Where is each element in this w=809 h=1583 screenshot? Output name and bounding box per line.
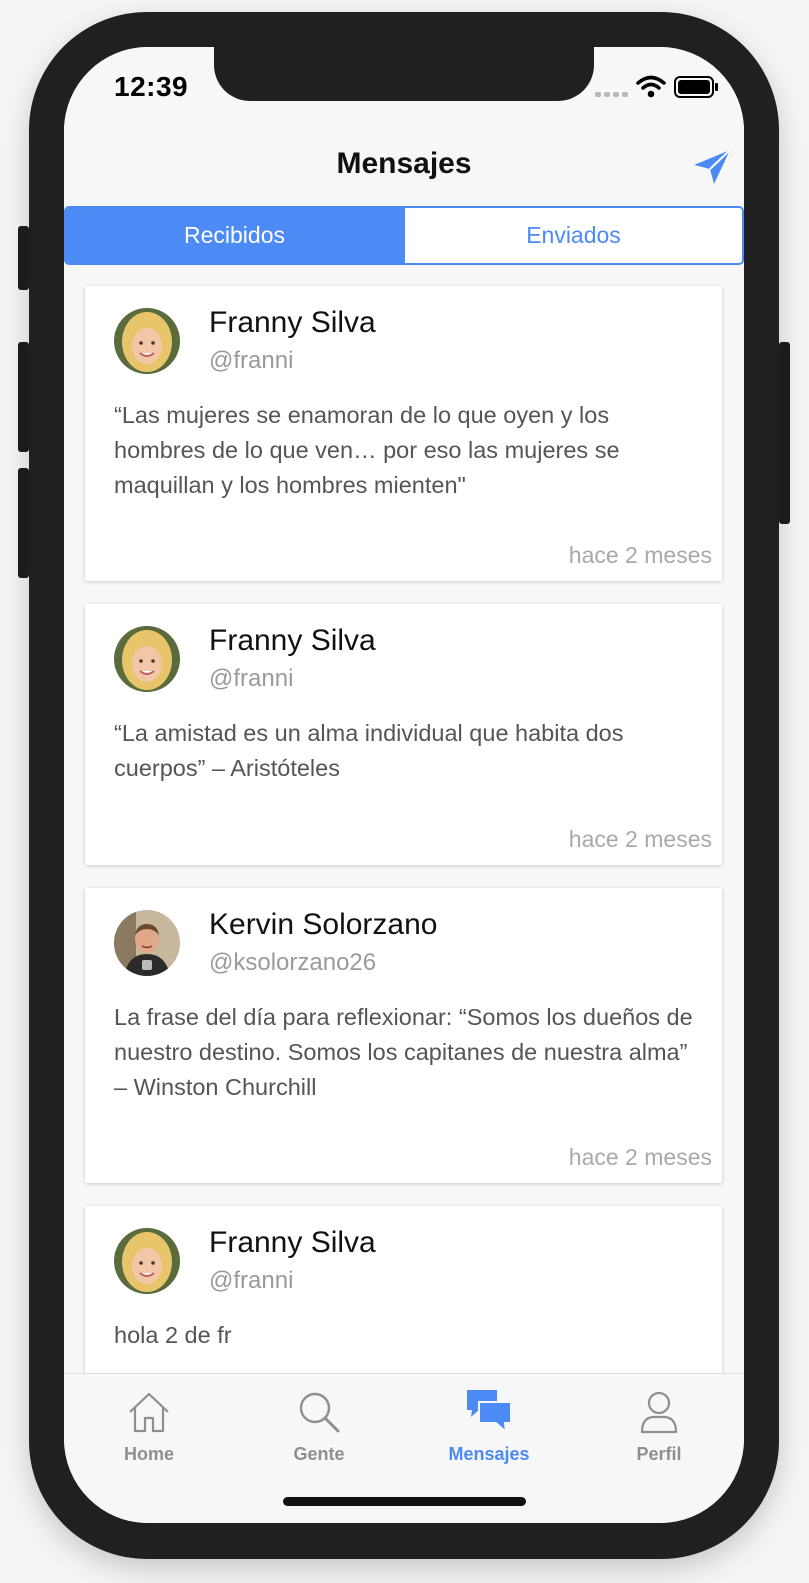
- message-card[interactable]: Kervin Solorzano @ksolorzano26 La frase …: [85, 888, 722, 1183]
- tab-mensajes[interactable]: Mensajes: [404, 1384, 574, 1474]
- messages-list[interactable]: Franny Silva @franni “Las mujeres se ena…: [64, 265, 744, 1373]
- message-timestamp: hace 2 meses: [568, 826, 712, 852]
- message-text: hola 2 de fr: [114, 1322, 232, 1348]
- message-text: La frase del día para reflexionar: “Somo…: [114, 1004, 693, 1100]
- sender-name[interactable]: Kervin Solorzano: [209, 908, 437, 942]
- tab-enviados[interactable]: Enviados: [403, 208, 742, 263]
- chat-bubbles-icon: [467, 1390, 512, 1434]
- tab-gente[interactable]: Gente: [234, 1384, 404, 1474]
- sender-handle: @ksolorzano26: [209, 949, 377, 976]
- page-title: Mensajes: [336, 147, 472, 180]
- notch: [214, 47, 594, 101]
- tab-gente-label: Gente: [293, 1444, 345, 1464]
- volume-up-button: [18, 342, 29, 452]
- tab-mensajes-label: Mensajes: [448, 1444, 530, 1464]
- avatar[interactable]: [114, 308, 180, 374]
- avatar[interactable]: [114, 626, 180, 692]
- navigation-bar: Mensajes: [64, 135, 744, 207]
- tab-home[interactable]: Home: [64, 1384, 234, 1474]
- message-card[interactable]: Franny Silva @franni hola 2 de fr: [85, 1206, 722, 1373]
- send-message-button[interactable]: [692, 147, 732, 187]
- message-text: “Las mujeres se enamoran de lo que oyen …: [114, 402, 620, 498]
- tab-perfil-label: Perfil: [636, 1444, 682, 1464]
- sender-handle: @franni: [209, 1267, 294, 1294]
- tab-home-label: Home: [123, 1444, 174, 1464]
- mute-switch: [18, 226, 29, 290]
- tab-recibidos[interactable]: Recibidos: [66, 208, 403, 263]
- inbox-segmented-control: Recibidos Enviados: [64, 206, 744, 265]
- message-card[interactable]: Franny Silva @franni “Las mujeres se ena…: [85, 286, 722, 581]
- status-time: 12:39: [114, 71, 189, 102]
- search-icon: [299, 1392, 340, 1433]
- wifi-icon: [636, 75, 666, 98]
- message-text: “La amistad es un alma individual que ha…: [114, 720, 624, 781]
- home-indicator[interactable]: [283, 1497, 526, 1506]
- message-timestamp: hace 2 meses: [568, 542, 712, 568]
- home-icon: [129, 1392, 169, 1433]
- sender-name[interactable]: Franny Silva: [209, 1226, 376, 1260]
- person-icon: [640, 1391, 678, 1434]
- message-card[interactable]: Franny Silva @franni “La amistad es un a…: [85, 604, 722, 865]
- volume-down-button: [18, 468, 29, 578]
- message-timestamp: hace 2 meses: [568, 1144, 712, 1170]
- app-screen: 12:39 Mensajes Recibidos Enviados Franny…: [64, 47, 744, 1523]
- tab-perfil[interactable]: Perfil: [574, 1384, 744, 1474]
- power-button: [779, 342, 790, 524]
- avatar[interactable]: [114, 1228, 180, 1294]
- sender-handle: @franni: [209, 347, 294, 374]
- sender-name[interactable]: Franny Silva: [209, 624, 376, 658]
- avatar[interactable]: [114, 910, 180, 976]
- sender-handle: @franni: [209, 665, 294, 692]
- sender-name[interactable]: Franny Silva: [209, 306, 376, 340]
- cellular-signal-icon: [595, 92, 628, 97]
- battery-icon: [674, 76, 718, 98]
